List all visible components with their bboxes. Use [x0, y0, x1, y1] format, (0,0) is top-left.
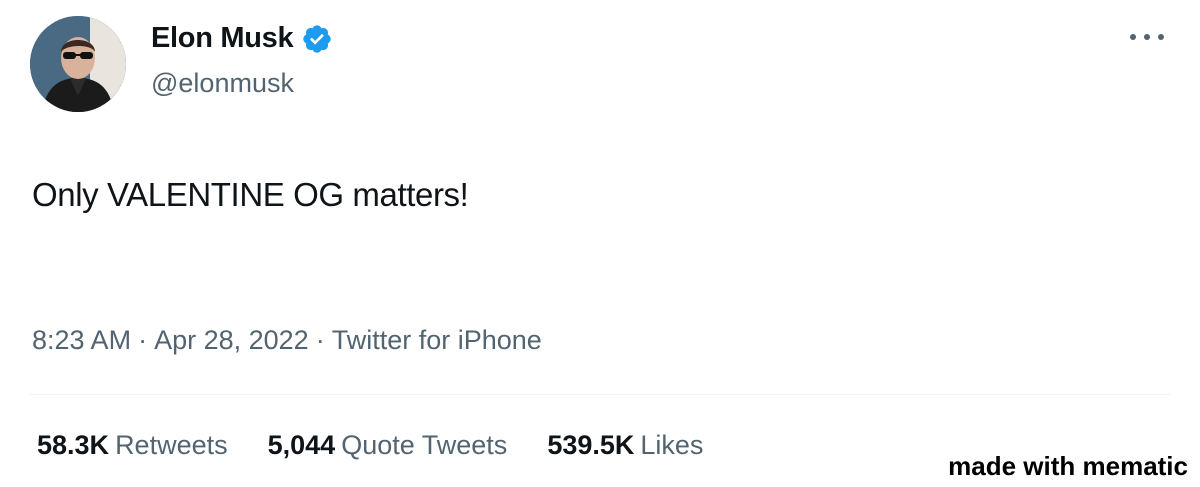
- meta-separator: ·: [138, 325, 148, 355]
- author-name-row[interactable]: Elon Musk: [151, 22, 333, 55]
- author-display-name[interactable]: Elon Musk: [151, 22, 294, 55]
- quote-tweets-count: 5,044: [267, 430, 336, 460]
- meta-separator: ·: [315, 325, 325, 355]
- profile-photo-icon: [30, 16, 126, 112]
- retweets-label: Retweets: [115, 430, 228, 460]
- likes-stat[interactable]: 539.5K Likes: [547, 430, 703, 461]
- divider: [30, 394, 1170, 395]
- tweet-metadata: 8:23 AM · Apr 28, 2022 · Twitter for iPhone: [32, 325, 542, 356]
- likes-count: 539.5K: [547, 430, 635, 460]
- engagement-stats: 58.3K Retweets 5,044 Quote Tweets 539.5K Li…: [37, 430, 703, 461]
- likes-label: Likes: [640, 430, 704, 460]
- avatar[interactable]: [30, 16, 126, 112]
- tweet-date[interactable]: Apr 28, 2022: [154, 325, 309, 355]
- watermark: made with mematic: [948, 451, 1188, 481]
- tweet-text: Only VALENTINE OG matters!: [32, 176, 469, 213]
- tweet-time[interactable]: 8:23 AM: [32, 325, 131, 355]
- verified-badge-icon: [301, 23, 333, 55]
- quote-tweets-stat[interactable]: 5,044 Quote Tweets: [268, 430, 508, 461]
- quote-tweets-label: Quote Tweets: [341, 430, 508, 460]
- tweet-card: Elon Musk @elonmusk Only VALENTINE OG ma…: [0, 0, 1200, 487]
- author-handle[interactable]: @elonmusk: [151, 68, 294, 99]
- tweet-source[interactable]: Twitter for iPhone: [332, 325, 542, 355]
- more-horizontal-icon[interactable]: [1130, 30, 1164, 44]
- retweets-count: 58.3K: [37, 430, 110, 460]
- retweets-stat[interactable]: 58.3K Retweets: [37, 430, 228, 461]
